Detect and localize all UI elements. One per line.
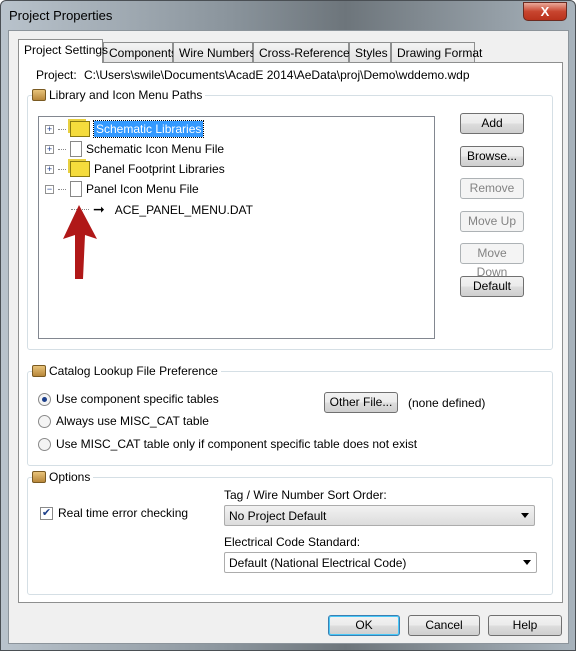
group-icon — [32, 89, 46, 101]
collapse-icon[interactable]: − — [45, 184, 54, 194]
radio-component-tables[interactable]: Use component specific tables — [38, 392, 219, 406]
folders-icon — [70, 121, 90, 137]
expand-icon[interactable]: + — [45, 144, 54, 154]
cancel-button[interactable]: Cancel — [408, 615, 480, 636]
tab-panel: Project: C:\Users\swile\Documents\AcadE … — [18, 62, 563, 603]
file-icon — [70, 181, 82, 197]
close-button[interactable]: X — [523, 2, 567, 21]
sort-order-label: Tag / Wire Number Sort Order: — [224, 488, 387, 502]
standard-select[interactable]: Default (National Electrical Code) — [224, 552, 537, 573]
project-path: C:\Users\swile\Documents\AcadE 2014\AeDa… — [84, 68, 470, 82]
other-file-button[interactable]: Other File... — [324, 392, 398, 413]
none-defined-label: (none defined) — [408, 396, 486, 410]
dialog-client: Project Settings Components Wire Numbers… — [8, 30, 569, 644]
move-down-button[interactable]: Move Down — [460, 243, 524, 279]
chevron-down-icon — [523, 560, 531, 565]
ok-button[interactable]: OK — [328, 615, 400, 636]
file-icon — [70, 141, 82, 157]
expand-icon[interactable]: + — [45, 164, 54, 174]
tab-styles[interactable]: Styles — [349, 42, 391, 62]
default-button[interactable]: Default — [460, 276, 524, 297]
tab-wire-numbers[interactable]: Wire Numbers — [173, 42, 256, 62]
catalog-title: Catalog Lookup File Preference — [49, 364, 218, 378]
chevron-down-icon — [521, 513, 529, 518]
tree-item-panel-footprint[interactable]: + Panel Footprint Libraries — [45, 161, 225, 177]
tree-item-panel-icon-menu[interactable]: − Panel Icon Menu File — [45, 181, 199, 197]
group-icon — [32, 365, 46, 377]
options-group: Options ✔ Real time error checking Tag / … — [27, 470, 553, 595]
tab-drawing-format[interactable]: Drawing Format — [391, 42, 482, 62]
radio-misc-cat-fallback[interactable]: Use MISC_CAT table only if component spe… — [38, 437, 417, 451]
remove-button[interactable]: Remove — [460, 178, 524, 199]
browse-button[interactable]: Browse... — [460, 146, 524, 167]
folders-icon — [70, 161, 90, 177]
dialog-window: Project Properties X Project Settings Co… — [0, 0, 576, 651]
radio-misc-cat[interactable]: Always use MISC_CAT table — [38, 414, 209, 428]
tab-cross-references[interactable]: Cross-References — [253, 42, 356, 62]
realtime-error-checkbox[interactable]: ✔ Real time error checking — [40, 506, 188, 520]
expand-icon[interactable]: + — [45, 124, 54, 134]
move-up-button[interactable]: Move Up — [460, 211, 524, 232]
tree-item-schematic-libraries[interactable]: + Schematic Libraries — [45, 120, 205, 138]
window-title: Project Properties — [9, 8, 113, 23]
library-title: Library and Icon Menu Paths — [49, 88, 203, 102]
tab-project-settings[interactable]: Project Settings — [18, 39, 108, 63]
catalog-group: Catalog Lookup File Preference Use compo… — [27, 364, 553, 466]
red-arrow-annotation-icon — [63, 205, 97, 279]
tab-components[interactable]: Components — [103, 42, 177, 62]
tree-item-schematic-icon-menu[interactable]: + Schematic Icon Menu File — [45, 141, 224, 157]
options-title: Options — [49, 470, 91, 484]
help-button[interactable]: Help — [488, 615, 562, 636]
add-button[interactable]: Add — [460, 113, 524, 134]
library-tree[interactable]: + Schematic Libraries + Schematic Icon Men… — [38, 116, 435, 339]
sort-order-select[interactable]: No Project Default — [224, 505, 535, 526]
standard-label: Electrical Code Standard: — [224, 535, 361, 549]
library-group: Library and Icon Menu Paths + Schematic L… — [27, 88, 553, 350]
group-icon — [32, 471, 46, 483]
project-label: Project: — [36, 68, 77, 82]
